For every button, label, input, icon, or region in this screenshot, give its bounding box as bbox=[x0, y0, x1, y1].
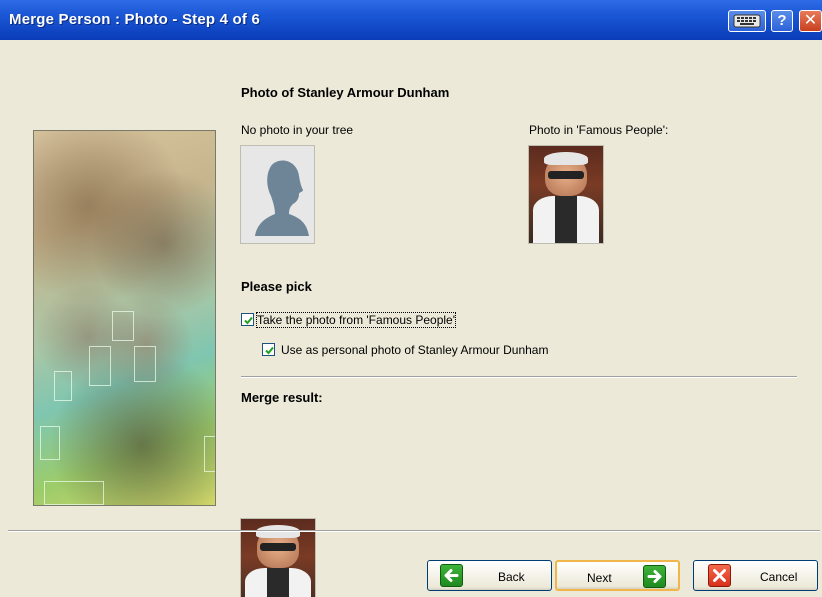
use-personal-photo-checkbox[interactable] bbox=[262, 343, 275, 356]
close-button[interactable]: ✕ bbox=[799, 10, 822, 32]
famous-people-photo bbox=[528, 145, 604, 244]
arrow-left-icon bbox=[440, 564, 463, 587]
no-photo-label: No photo in your tree bbox=[241, 123, 354, 137]
next-button-label: Next bbox=[587, 571, 612, 585]
window-title: Merge Person : Photo - Step 4 of 6 bbox=[9, 11, 260, 28]
empty-photo-placeholder bbox=[240, 145, 315, 244]
decorative-family-collage bbox=[33, 130, 216, 506]
take-photo-label[interactable]: Take the photo from 'Famous People' bbox=[255, 312, 457, 328]
cancel-x-icon bbox=[708, 564, 731, 587]
merge-result-heading: Merge result: bbox=[241, 390, 323, 405]
use-personal-photo-label[interactable]: Use as personal photo of Stanley Armour … bbox=[281, 343, 548, 357]
help-button[interactable]: ? bbox=[771, 10, 793, 32]
photo-of-heading: Photo of Stanley Armour Dunham bbox=[241, 85, 450, 100]
dialog-body: Photo of Stanley Armour Dunham No photo … bbox=[0, 40, 822, 597]
back-button-label: Back bbox=[498, 570, 525, 584]
keyboard-icon[interactable] bbox=[728, 10, 766, 32]
famous-photo-label: Photo in 'Famous People': bbox=[529, 123, 669, 137]
section-divider bbox=[241, 376, 797, 378]
cancel-button[interactable]: Cancel bbox=[693, 560, 818, 591]
next-button[interactable]: Next bbox=[555, 560, 680, 591]
footer-divider bbox=[8, 530, 820, 532]
back-button[interactable]: Back bbox=[427, 560, 552, 591]
arrow-right-icon bbox=[643, 565, 666, 588]
please-pick-heading: Please pick bbox=[241, 279, 312, 294]
cancel-button-label: Cancel bbox=[760, 570, 798, 584]
person-silhouette-icon bbox=[241, 146, 314, 243]
title-bar: Merge Person : Photo - Step 4 of 6 ? ✕ bbox=[0, 0, 822, 40]
take-photo-checkbox[interactable] bbox=[241, 313, 254, 326]
